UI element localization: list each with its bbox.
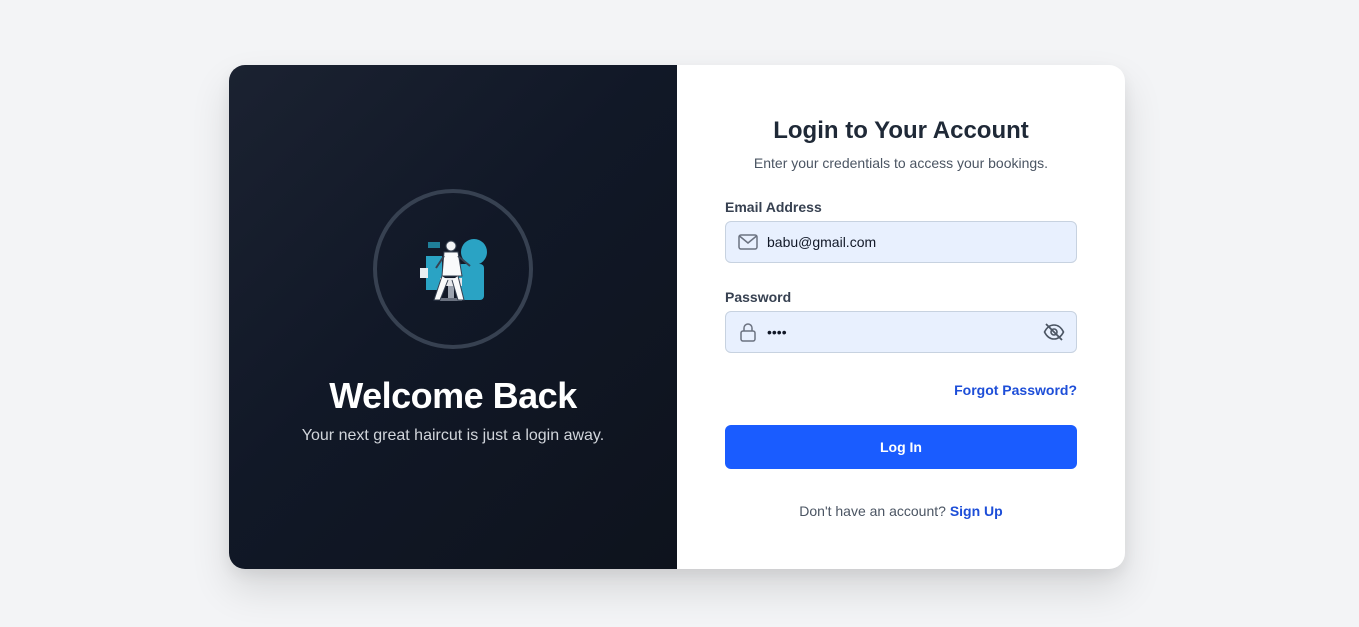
eye-off-icon[interactable]	[1042, 320, 1066, 344]
login-button[interactable]: Log In	[725, 425, 1077, 469]
email-input[interactable]	[767, 222, 1076, 262]
password-input[interactable]	[767, 312, 1042, 352]
signup-row: Don't have an account? Sign Up	[677, 503, 1125, 519]
login-card: Welcome Back Your next great haircut is …	[229, 65, 1125, 569]
password-field[interactable]	[725, 311, 1077, 353]
email-label: Email Address	[725, 199, 822, 215]
signup-link[interactable]: Sign Up	[950, 503, 1003, 519]
barber-chair-illustration-icon	[420, 239, 487, 301]
password-label: Password	[725, 289, 792, 305]
mail-icon	[738, 232, 758, 252]
signup-prompt: Don't have an account?	[799, 503, 946, 519]
lock-icon	[738, 322, 758, 342]
logo-ring	[373, 189, 533, 349]
forgot-password-link[interactable]: Forgot Password?	[954, 382, 1077, 398]
form-title: Login to Your Account	[773, 117, 1029, 144]
welcome-panel: Welcome Back Your next great haircut is …	[229, 65, 677, 569]
welcome-tagline: Your next great haircut is just a login …	[301, 427, 605, 444]
email-field[interactable]	[725, 221, 1077, 263]
welcome-heading: Welcome Back	[329, 375, 577, 416]
login-form-panel: Login to Your Account Enter your credent…	[677, 65, 1125, 569]
form-subtitle: Enter your credentials to access your bo…	[753, 155, 1049, 171]
